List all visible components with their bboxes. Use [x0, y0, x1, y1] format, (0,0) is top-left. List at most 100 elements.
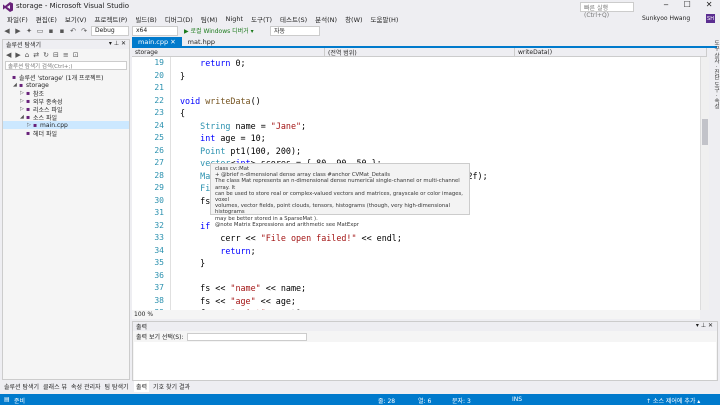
line-number: 38 — [154, 295, 164, 305]
maximize-icon[interactable]: ☐ — [684, 0, 691, 13]
bottom-tab[interactable]: 솔루션 탐색기 — [4, 382, 39, 391]
menu-item[interactable]: 프로젝트(P) — [90, 14, 131, 24]
code-line[interactable]: int age = 10; — [180, 132, 700, 145]
tree-item[interactable]: ▷ ▪ 참조 — [3, 89, 129, 98]
solution-bottom-tabs: 솔루션 탐색기 클래스 뷰 속성 관리자 팀 탐색기 — [2, 381, 132, 392]
project-name: storage — [135, 49, 158, 56]
tree-item[interactable]: ▪ 헤더 파일 — [3, 129, 129, 138]
status-icon: ▤ — [4, 396, 10, 403]
sync-icon[interactable]: ⇄ — [33, 51, 39, 59]
minimize-icon[interactable]: ‒ — [664, 0, 669, 13]
collapse-icon[interactable]: ⊟ — [53, 51, 59, 59]
tree-item[interactable]: ▷ ▪ 외부 종속성 — [3, 97, 129, 106]
code-line[interactable]: Point pt1(100, 200); — [180, 145, 700, 158]
tree-item[interactable]: ◢ ▪ 소스 파일 — [3, 113, 129, 122]
window-title: storage - Microsoft Visual Studio — [16, 2, 130, 10]
editor-scrollbar[interactable] — [700, 57, 709, 310]
tree-item-label: main.cpp — [40, 121, 68, 129]
tree-item[interactable]: ▷ ▪ 리소스 파일 — [3, 105, 129, 114]
platform-select[interactable]: x64 — [132, 25, 178, 36]
document-tab[interactable]: main.cpp ✕ — [132, 37, 182, 46]
forward-icon[interactable]: ▶ — [15, 51, 20, 59]
code-line[interactable]: void writeData() — [180, 95, 700, 108]
menu-item[interactable]: 창(W) — [341, 14, 366, 24]
code-line[interactable]: { — [180, 107, 700, 120]
preview-icon[interactable]: ⊡ — [73, 51, 79, 59]
undo-icon[interactable]: ↶ — [69, 27, 77, 35]
user-name[interactable]: Sunkyoo Hwang — [642, 15, 690, 22]
code-line[interactable]: return 0; — [180, 57, 700, 70]
menu-item[interactable]: Night — [222, 15, 247, 23]
tree-item[interactable]: ▷ ▪ main.cpp — [3, 121, 129, 129]
tree-item[interactable]: ◢ ▪ storage — [3, 81, 129, 89]
config-select[interactable]: Debug — [91, 25, 129, 36]
close-icon[interactable]: ✕ — [706, 0, 713, 13]
code-line[interactable] — [180, 82, 700, 95]
line-number: 30 — [154, 195, 164, 205]
menu-item[interactable]: 빌드(B) — [131, 14, 161, 24]
output-source-select[interactable] — [187, 332, 308, 341]
bottom-tab[interactable]: 속성 관리자 — [71, 382, 101, 391]
output-text[interactable] — [134, 342, 716, 380]
line-number: 23 — [154, 108, 164, 117]
project-dropdown[interactable]: storage — [132, 48, 325, 57]
scope-dropdown[interactable]: (전역 범위) — [325, 48, 515, 57]
menu-item[interactable]: 팀(M) — [197, 14, 222, 24]
pin-icon[interactable]: ▾ ⊥ ✕ — [109, 40, 126, 49]
properties-icon[interactable]: ≡ — [63, 51, 69, 59]
zoom-level[interactable]: 100 % — [134, 311, 153, 318]
output-tab[interactable]: 기호 찾기 결과 — [153, 382, 190, 391]
line-number: 34 — [154, 245, 164, 255]
line-number: 29 — [154, 183, 164, 192]
side-rail[interactable]: 도구 상자 · 진단 도구 · 속성 — [709, 40, 720, 140]
bottom-tab[interactable]: 클래스 뷰 — [43, 382, 67, 391]
code-line[interactable]: fs << "name" << name; — [180, 282, 700, 295]
code-line[interactable]: } — [180, 257, 700, 270]
code-line[interactable]: return; — [180, 245, 700, 258]
forward-icon[interactable]: ▶ — [14, 27, 22, 35]
menu-item[interactable]: 편집(E) — [32, 14, 61, 24]
code-line[interactable]: } — [180, 70, 700, 83]
save-icon[interactable]: ▪ — [47, 27, 55, 35]
source-control-button[interactable]: ↑ 소스 제어에 추가 ▴ — [646, 396, 700, 405]
start-debug-button[interactable]: ▶ 로컬 Windows 디버거 ▾ — [181, 26, 267, 36]
document-tab[interactable]: mat.hpp — [182, 37, 221, 46]
menu-item[interactable]: 파일(F) — [3, 14, 32, 24]
quick-launch-input[interactable]: 빠른 실행(Ctrl+Q) — [580, 2, 634, 19]
bottom-tab[interactable]: 팀 탐색기 — [105, 382, 129, 391]
solution-search-input[interactable]: 솔루션 탐색기 검색(Ctrl+;) — [5, 61, 127, 70]
line-number: 33 — [154, 233, 164, 242]
solution-explorer-header: 솔루션 탐색기 ▾ ⊥ ✕ — [3, 40, 129, 49]
redo-icon[interactable]: ↷ — [80, 27, 88, 35]
back-icon[interactable]: ◀ — [6, 51, 11, 59]
avatar[interactable]: SH — [706, 14, 715, 23]
status-line: 줄: 28 — [378, 398, 396, 405]
code-line[interactable]: cerr << "File open failed!" << endl; — [180, 232, 700, 245]
home-icon[interactable]: ⌂ — [25, 51, 29, 59]
scrollbar-thumb[interactable] — [702, 119, 708, 145]
back-icon[interactable]: ◀ — [3, 27, 11, 35]
panel-controls-icon[interactable]: ▾ ⊥ ✕ — [696, 322, 713, 331]
line-number: 24 — [154, 120, 164, 130]
menu-item[interactable]: 보기(V) — [61, 14, 90, 24]
auto-select[interactable]: 자동 — [270, 25, 320, 36]
menu-item[interactable]: 테스트(S) — [276, 14, 311, 24]
tree-item[interactable]: ▪ 솔루션 'storage' (1개 프로젝트) — [3, 73, 129, 82]
code-line[interactable]: String name = "Jane"; — [180, 120, 700, 133]
tree-item-icon: ▪ — [26, 113, 31, 121]
code-line[interactable] — [180, 270, 700, 283]
menu-item[interactable]: 디버그(D) — [161, 14, 197, 24]
status-ready: 준비 — [14, 398, 26, 405]
save-all-icon[interactable]: ▪ — [58, 27, 66, 35]
member-dropdown[interactable]: writeData() — [515, 48, 707, 57]
menu-item[interactable]: 도움말(H) — [367, 14, 403, 24]
output-title: 출력 — [136, 324, 148, 331]
new-project-icon[interactable]: ✦ — [25, 27, 33, 35]
output-tab[interactable]: 출력 — [134, 381, 150, 392]
refresh-icon[interactable]: ↻ — [43, 51, 49, 59]
code-line[interactable]: fs << "age" << age; — [180, 295, 700, 308]
menu-item[interactable]: 도구(T) — [247, 14, 276, 24]
menu-item[interactable]: 분석(N) — [311, 14, 341, 24]
menu-bar: 파일(F) 편집(E) 보기(V) 프로젝트(P) 빌드(B) 디버그(D) 팀(M) Nig… — [0, 13, 720, 24]
open-icon[interactable]: ▭ — [36, 27, 44, 35]
